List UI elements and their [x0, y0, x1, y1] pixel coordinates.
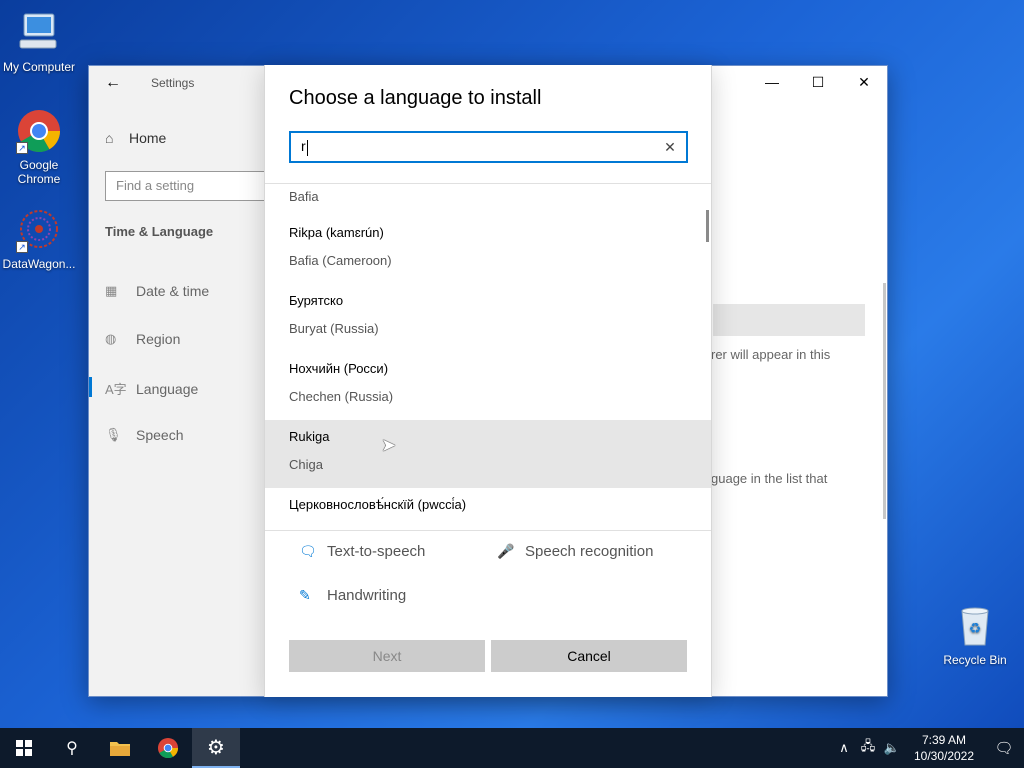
feature-speech-recognition: 🎤 Speech recognition — [497, 543, 653, 560]
nav-item-label: Speech — [136, 427, 184, 443]
settings-scrollbar[interactable] — [883, 283, 886, 519]
nav-item-label: Region — [136, 331, 181, 347]
datawagon-icon: ↗ — [16, 207, 62, 253]
clock-time: 7:39 AM — [921, 733, 967, 747]
gear-icon: ⚙ — [207, 736, 225, 759]
nav-item-speech[interactable]: 🎙 Speech — [105, 427, 183, 443]
list-item[interactable]: Rikpa (kamɛrún) Bafia (Cameroon) — [265, 216, 711, 284]
chevron-up-icon[interactable]: ∧ — [832, 740, 856, 756]
choose-language-dialog: Choose a language to install r ✕ Bafia R… — [264, 65, 712, 697]
language-native-name: Бурятско — [289, 293, 344, 308]
settings-nav-pane: ← Settings ⌂ Home Find a setting Time & … — [88, 66, 275, 696]
pen-icon: ✎ — [299, 587, 311, 603]
notification-icon[interactable]: 🗨 — [984, 739, 1024, 757]
language-english-name: Chechen (Russia) — [289, 389, 394, 404]
language-english-name: Buryat (Russia) — [289, 321, 379, 336]
mouse-pointer-icon: ➤ — [381, 435, 397, 455]
language-native-name: Церковнословѣ́нскїй (рwссі́а) — [289, 497, 467, 512]
background-text: rer will appear in this — [711, 347, 831, 362]
search-icon: ⚲ — [66, 740, 78, 757]
calendar-icon: ▦ — [105, 283, 118, 298]
maximize-button[interactable]: ☐ — [795, 66, 841, 98]
clock-date: 10/30/2022 — [913, 749, 975, 763]
find-setting-placeholder: Find a setting — [116, 178, 195, 193]
nav-home[interactable]: ⌂ Home — [105, 130, 166, 146]
language-icon: A字 — [105, 382, 127, 397]
nav-item-language[interactable]: A字 Language — [88, 377, 199, 398]
volume-icon[interactable]: 🔈 — [880, 740, 904, 756]
nav-item-date-time[interactable]: ▦ Date & time — [105, 283, 209, 299]
desktop-icon-google-chrome[interactable]: ↗ Google Chrome — [0, 108, 78, 186]
feature-label: Handwriting — [327, 587, 407, 604]
clock[interactable]: 7:39 AM 10/30/2022 — [904, 732, 984, 764]
desktop-icon-recycle-bin[interactable]: ♻ Recycle Bin — [940, 603, 1010, 667]
find-setting-input[interactable]: Find a setting — [105, 171, 275, 201]
list-item[interactable]: Нохчийн (Росси) Chechen (Russia) — [265, 352, 711, 420]
background-text: guage in the list that — [711, 471, 828, 486]
language-native-name: Нохчийн (Росси) — [289, 361, 389, 376]
feature-label: Text-to-speech — [327, 543, 426, 560]
home-icon: ⌂ — [105, 130, 114, 146]
microphone-icon: 🎤 — [497, 543, 515, 559]
feature-text-to-speech: 🗨 Text-to-speech — [299, 543, 425, 560]
system-tray: ∧ 🖧 🔈 7:39 AM 10/30/2022 🗨 — [832, 728, 1024, 768]
feature-handwriting: ✎ Handwriting — [299, 587, 406, 604]
globe-icon: ◍ — [105, 331, 117, 346]
search-button[interactable]: ⚲ — [48, 728, 96, 768]
taskbar: ⚲ ⚙ ∧ 🖧 🔈 7:39 AM 10/30/2022 🗨 — [0, 728, 1024, 768]
nav-item-region[interactable]: ◍ Region — [105, 331, 180, 347]
chrome-icon: ↗ — [16, 108, 62, 154]
list-item[interactable]: Бурятско Buryat (Russia) — [265, 284, 711, 352]
list-scrollbar-thumb[interactable] — [706, 210, 709, 242]
search-value: r — [301, 138, 306, 155]
app-title: Settings — [151, 76, 195, 90]
dialog-title: Choose a language to install — [289, 87, 542, 109]
file-explorer-button[interactable] — [96, 728, 144, 768]
window-controls: — ☐ ✕ — [749, 66, 887, 98]
list-item[interactable]: Rukiga Chiga ➤ — [265, 420, 711, 488]
language-english-name: Bafia (Cameroon) — [289, 253, 392, 268]
clear-icon[interactable]: ✕ — [662, 139, 678, 156]
language-native-name: Rukiga — [289, 429, 330, 444]
microphone-icon: 🎙 — [105, 427, 122, 442]
desktop-icon-label: DataWagon... — [2, 257, 76, 271]
start-button[interactable] — [0, 728, 48, 768]
close-button[interactable]: ✕ — [841, 66, 887, 98]
speech-bubble-icon: 🗨 — [299, 543, 317, 559]
background-dropdown[interactable] — [713, 304, 865, 336]
desktop-icon-label: Google Chrome — [17, 158, 61, 186]
svg-text:♻: ♻ — [969, 621, 982, 637]
list-item[interactable]: Церковнословѣ́нскїй (рwссі́а) — [265, 488, 711, 530]
desktop-icon-label: Recycle Bin — [943, 653, 1007, 667]
language-list: Bafia Rikpa (kamɛrún) Bafia (Cameroon) Б… — [265, 183, 711, 531]
chrome-taskbar-button[interactable] — [144, 728, 192, 768]
settings-taskbar-button[interactable]: ⚙ — [192, 728, 240, 768]
nav-home-label: Home — [129, 130, 167, 146]
minimize-button[interactable]: — — [749, 66, 795, 98]
chrome-icon — [157, 737, 179, 759]
text-caret — [306, 139, 308, 156]
back-arrow-icon[interactable]: ← — [105, 74, 135, 92]
language-search-input[interactable]: r ✕ — [289, 131, 688, 163]
list-item[interactable]: Bafia — [265, 184, 711, 216]
feature-label: Speech recognition — [525, 543, 654, 560]
nav-section-title: Time & Language — [105, 224, 214, 239]
nav-item-label: Language — [136, 380, 199, 397]
computer-icon — [16, 10, 62, 56]
desktop-icon-my-computer[interactable]: My Computer — [0, 10, 78, 74]
language-english-name: Bafia — [289, 189, 319, 204]
network-icon[interactable]: 🖧 — [856, 737, 880, 759]
windows-logo-icon — [16, 740, 32, 756]
recycle-bin-icon: ♻ — [952, 603, 998, 649]
cancel-button[interactable]: Cancel — [491, 640, 687, 672]
desktop-icon-datawagon[interactable]: ↗ DataWagon... — [0, 207, 78, 271]
language-native-name: Rikpa (kamɛrún) — [289, 225, 384, 240]
language-english-name: Chiga — [289, 457, 323, 472]
nav-item-label: Date & time — [136, 283, 210, 299]
next-button[interactable]: Next — [289, 640, 485, 672]
folder-icon — [110, 742, 130, 756]
desktop-icon-label: My Computer — [2, 60, 76, 74]
